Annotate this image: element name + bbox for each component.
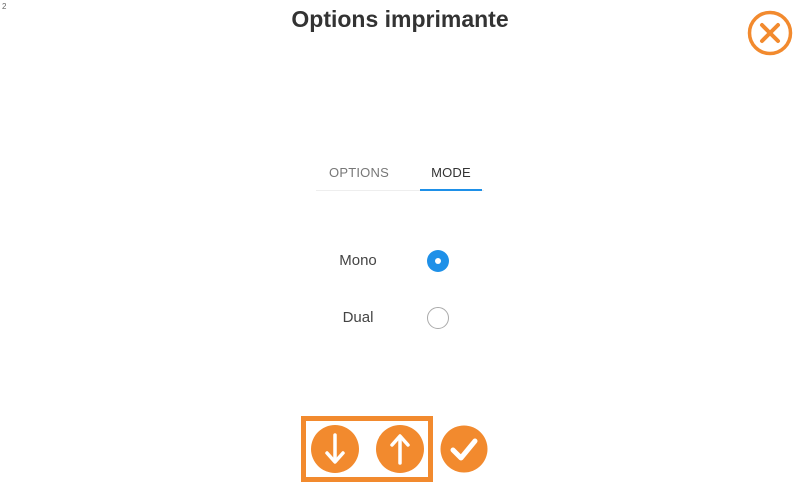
- arrow-down-icon: [311, 425, 359, 473]
- close-button[interactable]: [747, 10, 793, 56]
- tab-mode[interactable]: MODE: [420, 160, 482, 191]
- mode-option-dual[interactable]: Dual: [330, 306, 460, 332]
- checkmark-icon: [440, 425, 488, 473]
- dual-label: Dual: [342, 309, 374, 326]
- arrow-up-icon: [376, 425, 424, 473]
- dual-radio[interactable]: [427, 307, 449, 329]
- tab-options[interactable]: OPTIONS: [316, 160, 402, 190]
- mode-option-mono[interactable]: Mono: [330, 249, 460, 275]
- printer-options-screen: 2 Options imprimante OPTIONS MODE Mono D…: [0, 0, 800, 484]
- confirm-button[interactable]: [440, 425, 490, 475]
- page-title: Options imprimante: [291, 6, 509, 32]
- mono-label: Mono: [339, 252, 377, 269]
- move-up-button[interactable]: [375, 424, 425, 474]
- mono-radio[interactable]: [427, 250, 449, 272]
- close-x-circle-icon: [747, 10, 793, 56]
- tab-bar: OPTIONS MODE: [316, 160, 484, 191]
- move-down-button[interactable]: [310, 424, 360, 474]
